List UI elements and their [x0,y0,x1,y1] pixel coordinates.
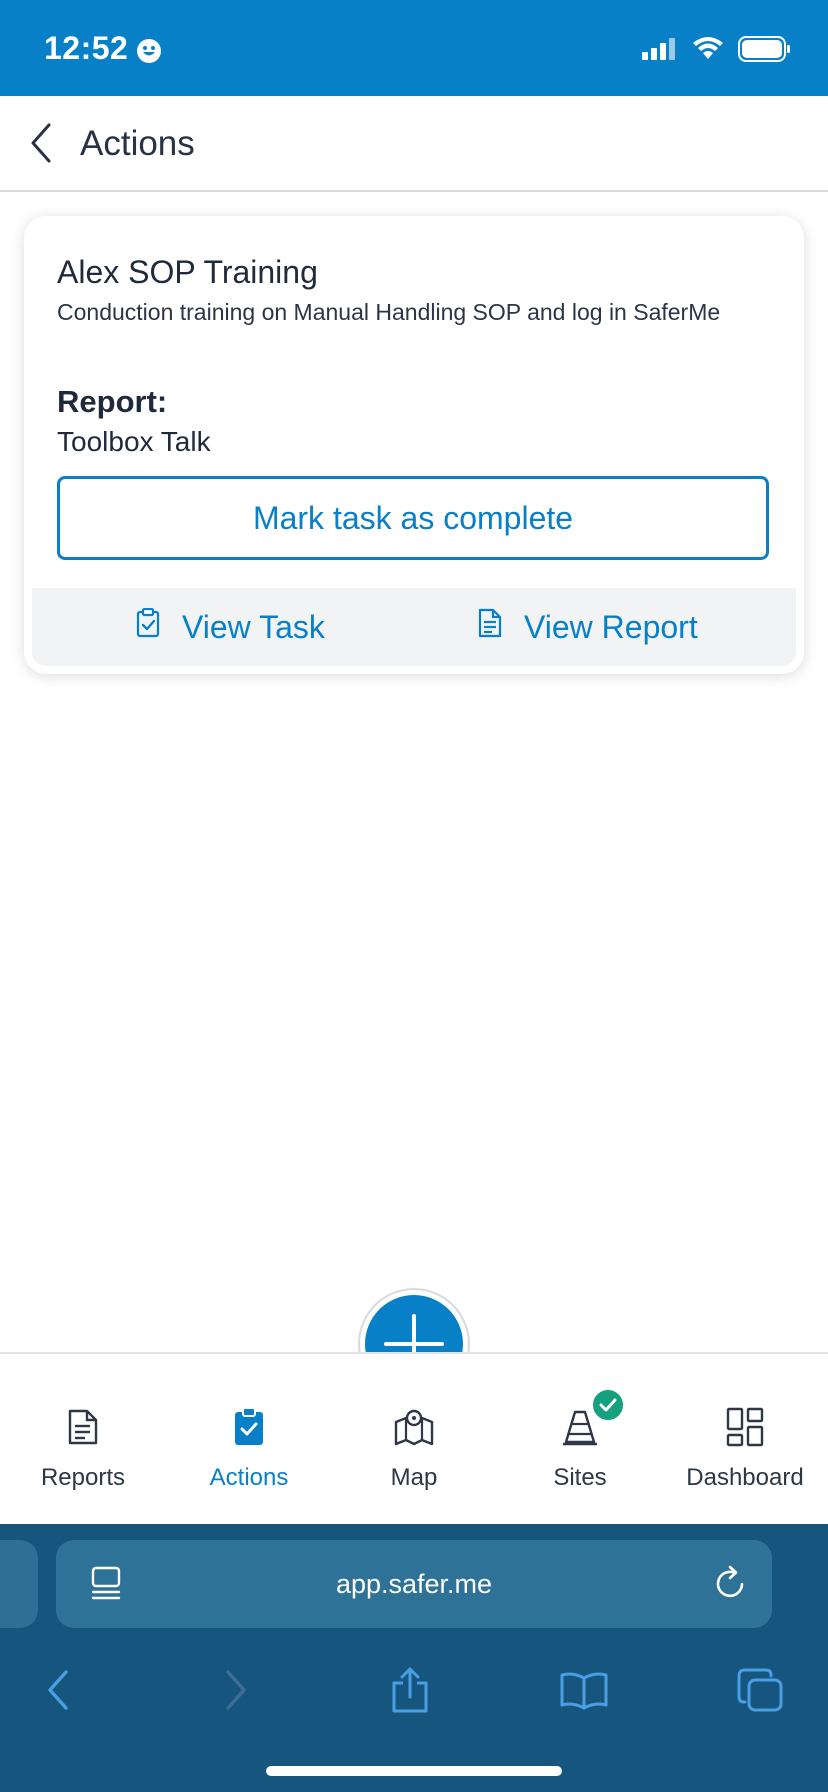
sites-icon [557,1388,625,1450]
home-indicator [266,1766,562,1776]
nav-item-sites[interactable]: Sites [497,1388,663,1514]
page-title: Actions [80,124,195,163]
nav-label-map: Map [390,1464,438,1491]
status-indicators [642,36,792,67]
bottom-nav: Reports Actions Map Sites Dashboard [0,1352,828,1526]
document-icon [478,608,502,646]
report-value: Toolbox Talk [57,426,211,457]
dashboard-icon [722,1404,768,1450]
address-bar[interactable]: app.safer.me [56,1540,772,1628]
sites-check-badge-icon [591,1388,625,1422]
tabs-button[interactable] [722,1652,798,1728]
status-bar: 12:52 [0,0,828,96]
reload-icon[interactable] [712,1564,748,1607]
nav-item-reports[interactable]: Reports [0,1404,166,1514]
view-report-label: View Report [524,608,698,645]
card-footer: View Task View Report [32,588,796,666]
view-task-link[interactable]: View Task [136,588,325,666]
nav-item-map[interactable]: Map [331,1404,497,1514]
signal-icon [642,38,678,65]
share-icon [392,1667,428,1713]
browser-tools [0,1652,828,1728]
map-icon [391,1404,437,1450]
app-header: Actions [0,96,828,192]
browser-toolbar: app.safer.me [0,1524,828,1792]
nav-label-actions: Actions [209,1464,289,1491]
view-report-link[interactable]: View Report [478,588,698,666]
battery-icon [738,36,792,67]
nav-label-sites: Sites [553,1464,607,1491]
clipboard-check-icon [136,607,160,646]
tabs-icon [737,1668,783,1712]
report-label: Report: [57,384,168,419]
back-button[interactable] [16,118,66,168]
browser-back-button[interactable] [20,1652,96,1728]
action-card: Alex SOP Training Conduction training on… [24,216,804,674]
chevron-right-icon [226,1670,246,1710]
browser-forward-button[interactable] [198,1652,274,1728]
smiley-icon [136,38,162,69]
nav-item-dashboard[interactable]: Dashboard [662,1404,828,1514]
book-icon [560,1672,608,1710]
url-text: app.safer.me [335,1568,493,1599]
previous-tab-stub[interactable] [0,1540,38,1628]
share-button[interactable] [372,1652,448,1728]
chevron-left-icon [31,123,51,163]
action-description: Conduction training on Manual Handling S… [57,299,721,325]
mark-complete-button[interactable]: Mark task as complete [57,476,769,560]
chevron-left-icon [48,1670,68,1710]
actions-icon [226,1404,272,1450]
nav-label-reports: Reports [40,1464,126,1491]
reports-icon [60,1404,106,1450]
bookmarks-button[interactable] [546,1652,622,1728]
wifi-icon [692,37,724,66]
action-title: Alex SOP Training [57,254,318,290]
status-time: 12:52 [44,30,129,66]
nav-item-actions[interactable]: Actions [166,1404,332,1514]
nav-label-dashboard: Dashboard [686,1464,804,1491]
view-task-label: View Task [182,608,325,645]
